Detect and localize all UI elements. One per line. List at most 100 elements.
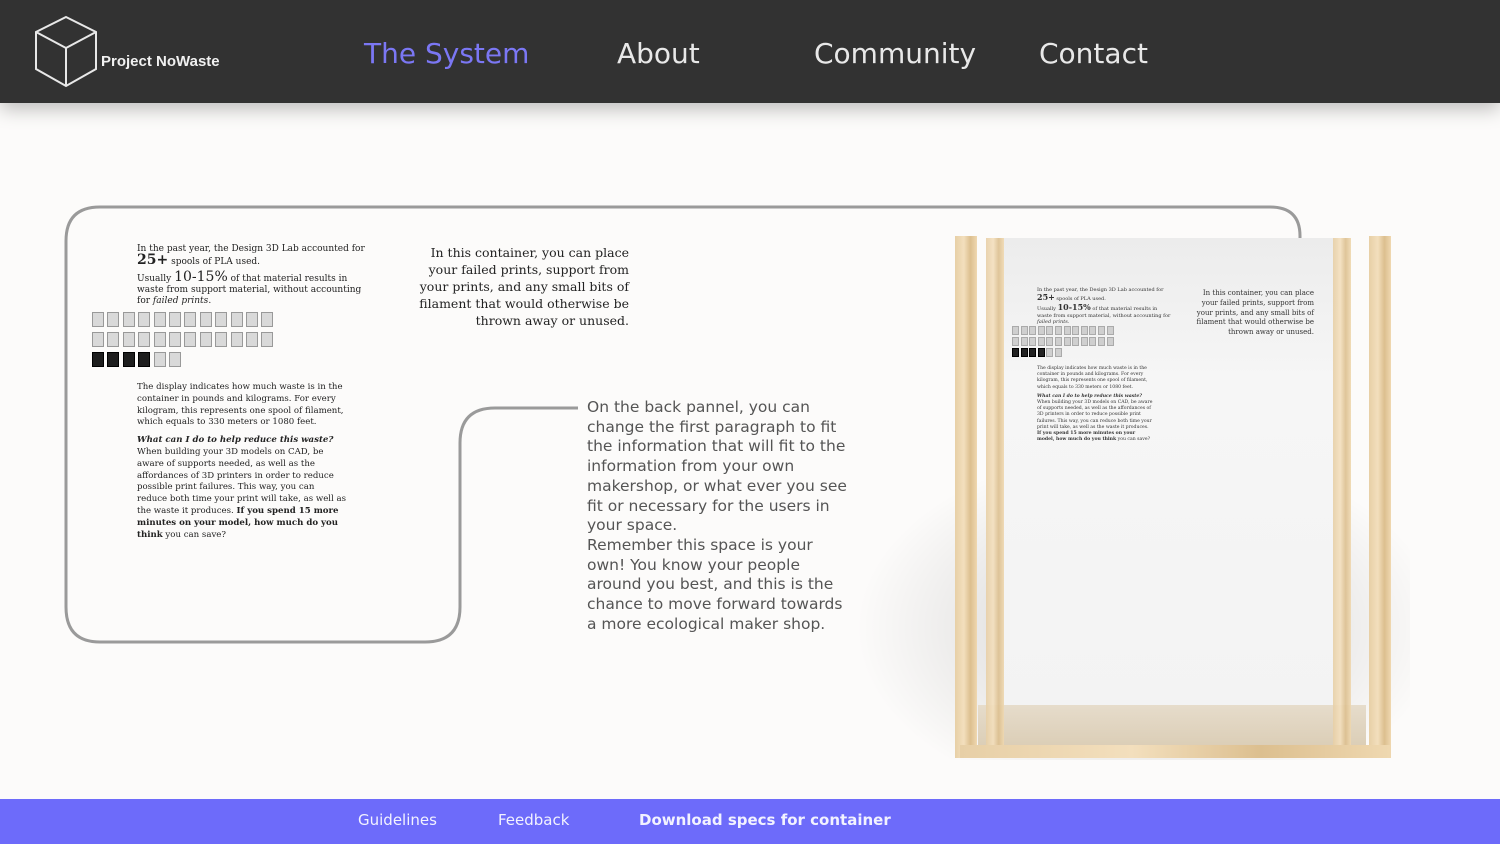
spool-icon <box>1089 326 1097 335</box>
spool-icon <box>122 312 135 327</box>
mini-failed-prints-text: failed prints <box>1037 319 1068 325</box>
spool-icon <box>1046 337 1054 346</box>
spool-icon <box>92 352 104 367</box>
waste-percentage: 10-15% <box>174 269 228 285</box>
mini-help-answer-end: you can save? <box>1116 437 1151 443</box>
spool-icon <box>1063 337 1071 346</box>
brand-name[interactable]: Project NoWaste <box>101 53 220 70</box>
back-panel-note: On the back pannel, you can change the f… <box>587 398 851 634</box>
spool-icon <box>92 312 104 327</box>
mini-intro-text: In the past year, the Design 3D Lab acco… <box>1037 287 1164 293</box>
spool-icon <box>122 332 135 347</box>
cube-icon[interactable] <box>33 14 99 90</box>
usually-text: Usually <box>137 274 175 284</box>
spool-icon <box>107 332 120 347</box>
spool-icon <box>1098 326 1105 335</box>
mini-period: . <box>1067 319 1070 325</box>
spool-icon <box>1012 337 1019 346</box>
spool-icon <box>1055 348 1062 357</box>
spool-icon <box>1080 326 1088 335</box>
container-right-wall <box>1369 236 1391 758</box>
spool-icon <box>122 352 135 367</box>
display-text: The display indicates how much waste is … <box>137 382 344 428</box>
spool-icon <box>199 312 212 327</box>
spool-icon <box>1046 348 1054 357</box>
spool-icon <box>169 352 181 367</box>
container-left-inner-wall <box>986 238 1004 758</box>
feedback-link[interactable]: Feedback <box>498 811 569 829</box>
failed-prints-text: failed prints <box>152 296 209 306</box>
mini-waste-percentage: 10-15% <box>1057 302 1091 312</box>
mini-display-paragraph: The display indicates how much waste is … <box>1037 366 1153 443</box>
container-base <box>960 745 1390 758</box>
intro-text-end: spools of PLA used. <box>168 257 261 267</box>
spool-icon <box>1055 326 1062 335</box>
spool-icon <box>1072 337 1080 346</box>
mini-intro-paragraph: In the past year, the Design 3D Lab acco… <box>1037 287 1172 326</box>
container-left-wall <box>955 236 977 758</box>
mini-intro-text-end: spools of PLA used. <box>1054 295 1106 302</box>
spool-icon <box>1020 337 1028 346</box>
spool-icon <box>92 332 104 347</box>
back-note-paragraph-2: Remember this space is your own! You kno… <box>587 535 843 633</box>
spool-icon <box>261 312 274 327</box>
spool-icon <box>153 352 166 367</box>
spool-icon <box>1063 326 1071 335</box>
spool-icon <box>215 332 228 347</box>
spool-icon <box>1037 348 1045 357</box>
spool-icon <box>169 312 181 327</box>
nav-item-community[interactable]: Community <box>814 37 976 70</box>
guidelines-link[interactable]: Guidelines <box>358 811 437 829</box>
mini-display-text: The display indicates how much waste is … <box>1037 366 1148 390</box>
spool-icon <box>1080 337 1088 346</box>
top-navigation-bar: Project NoWaste The System About Communi… <box>0 0 1500 103</box>
spool-icon <box>107 352 120 367</box>
period: . <box>208 296 212 306</box>
spool-icon <box>1020 326 1028 335</box>
nav-item-about[interactable]: About <box>617 37 700 70</box>
nav-item-contact[interactable]: Contact <box>1039 37 1148 70</box>
download-specs-link[interactable]: Download specs for container <box>639 811 891 829</box>
spool-icon <box>1012 326 1019 335</box>
spool-icon <box>261 332 274 347</box>
spool-icon <box>1098 337 1105 346</box>
spool-icon <box>107 312 120 327</box>
spool-icon <box>184 312 197 327</box>
spool-icon <box>246 332 258 347</box>
spool-count: 25+ <box>137 252 169 268</box>
spool-icon <box>230 312 243 327</box>
spool-icon <box>230 332 243 347</box>
spool-icon <box>1037 326 1045 335</box>
spool-icon <box>1029 348 1037 357</box>
spool-icon <box>153 332 166 347</box>
spool-icon <box>199 332 212 347</box>
intro-text: In the past year, the Design 3D Lab acco… <box>137 244 365 254</box>
container-description: In this container, you can place your fa… <box>419 245 629 328</box>
spool-icon <box>138 312 151 327</box>
spool-icon <box>215 312 228 327</box>
spool-icon <box>138 352 151 367</box>
container-right-inner-wall <box>1333 238 1351 758</box>
spool-icon <box>1055 337 1062 346</box>
footer-bar: Guidelines Feedback Download specs for c… <box>0 799 1500 844</box>
spool-icon <box>153 312 166 327</box>
spool-icon <box>169 332 181 347</box>
help-answer-end: you can save? <box>162 529 226 540</box>
spool-icon <box>1089 337 1097 346</box>
spool-icon <box>1037 337 1045 346</box>
mini-spool-count: 25+ <box>1037 291 1055 302</box>
back-note-paragraph-1: On the back pannel, you can change the f… <box>587 398 847 535</box>
mini-help-answer: When building your 3D models on CAD, be … <box>1037 400 1153 430</box>
spool-icon <box>138 332 151 347</box>
intro-paragraph: In the past year, the Design 3D Lab acco… <box>137 244 369 307</box>
spool-icon <box>246 312 258 327</box>
spool-icon <box>1106 326 1114 335</box>
mini-usually-text: Usually <box>1037 306 1058 312</box>
spool-icon <box>1106 337 1114 346</box>
spool-icon <box>1046 326 1054 335</box>
nav-item-the-system[interactable]: The System <box>364 37 529 70</box>
spool-icon <box>1012 348 1019 357</box>
spool-icon <box>1029 326 1037 335</box>
display-paragraph: The display indicates how much waste is … <box>137 382 347 541</box>
spool-icon <box>1072 326 1080 335</box>
